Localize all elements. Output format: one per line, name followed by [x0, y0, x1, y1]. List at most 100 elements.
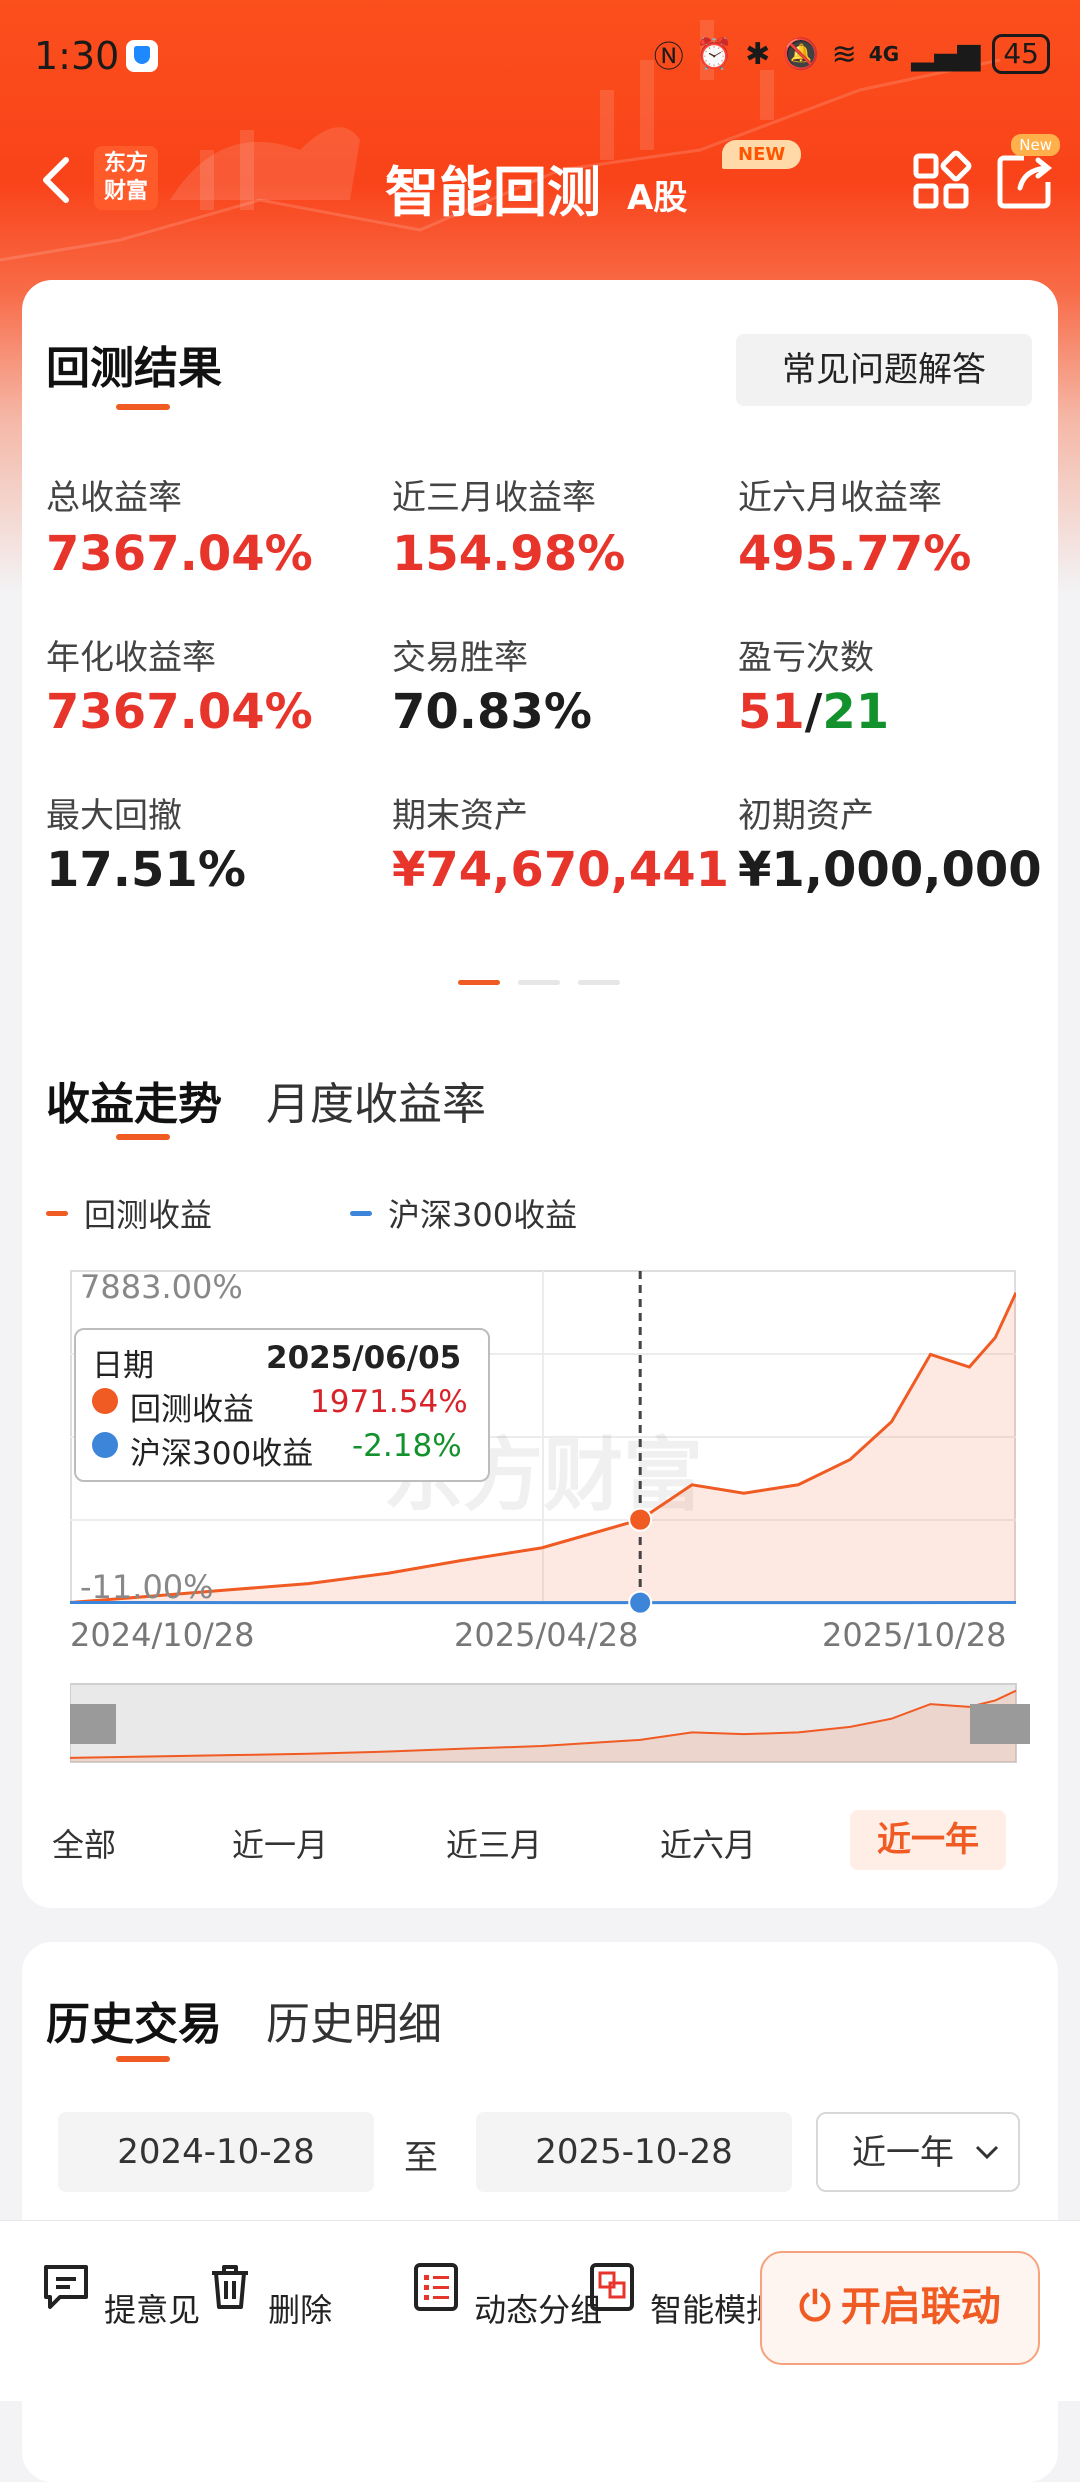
range-1y[interactable]: 近一年 [850, 1810, 1006, 1870]
metric-label-initial-assets: 初期资产 [738, 788, 874, 837]
dynamic-group-button[interactable]: 动态分组 [408, 2259, 602, 2331]
end-date-field[interactable]: 2025-10-28 [476, 2112, 792, 2192]
simulation-icon [584, 2259, 640, 2315]
smart-sim-label: 智能模拟 [650, 2291, 778, 2329]
legend-backtest: 回测收益 [46, 1190, 212, 1236]
start-link-label: 开启联动 [841, 2284, 1001, 2330]
metric-label-win-loss: 盈亏次数 [738, 630, 874, 679]
range-3m[interactable]: 近三月 [446, 1820, 542, 1866]
metric-value-3m-return: 154.98% [392, 526, 625, 582]
slider-handle-right[interactable] [970, 1704, 1030, 1744]
wifi-icon: ≋ [832, 37, 857, 72]
status-icons: Ⓝ ⏰ ✱ 🔕 ≋ 4G ▂▄▆ 45 [654, 32, 1050, 76]
metric-label-total-return: 总收益率 [46, 470, 182, 519]
period-select-value: 近一年 [852, 2133, 954, 2173]
market-label: A股 [627, 170, 687, 219]
history-tab-underline [116, 2056, 170, 2062]
tooltip-date-label: 日期 [92, 1340, 154, 1385]
metric-label-final-assets: 期末资产 [392, 788, 528, 837]
status-bar: 1:30 Ⓝ ⏰ ✱ 🔕 ≋ 4G ▂▄▆ 45 [0, 0, 1080, 110]
tooltip-index-label: 沪深300收益 [130, 1428, 313, 1473]
tab-history-detail[interactable]: 历史明细 [266, 1988, 442, 2052]
logo-line1: 东方 [94, 150, 158, 178]
logo-line2: 财富 [94, 178, 158, 206]
bluetooth-icon: ✱ [745, 37, 770, 72]
y-min-label: -11.00% [80, 1568, 214, 1606]
power-icon: ⏻ [799, 2284, 831, 2330]
range-1m[interactable]: 近一月 [232, 1820, 328, 1866]
legend-swatch-index [350, 1211, 372, 1216]
metric-label-annual-return: 年化收益率 [46, 630, 216, 679]
delete-button[interactable]: 删除 [202, 2259, 332, 2331]
feedback-button[interactable]: 提意见 [38, 2259, 200, 2331]
faq-button[interactable]: 常见问题解答 [736, 334, 1032, 406]
network-label: 4G [869, 42, 899, 66]
x-label-mid: 2025/04/28 [454, 1616, 638, 1654]
tab-monthly-return[interactable]: 月度收益率 [266, 1068, 486, 1132]
tab-underline [116, 1134, 170, 1140]
legend-label-index: 沪深300收益 [388, 1190, 577, 1236]
metric-value-annual-return: 7367.04% [46, 684, 313, 740]
chevron-down-icon [974, 2142, 1000, 2162]
pager-dot-active [458, 980, 500, 985]
eastmoney-logo: 东方 财富 [94, 146, 158, 210]
new-badge: NEW [722, 140, 801, 169]
alarm-icon: ⏰ [696, 37, 733, 72]
legend-index: 沪深300收益 [350, 1190, 577, 1236]
metric-value-initial-assets: ¥1,000,000 [738, 842, 1042, 898]
metric-label-3m-return: 近三月收益率 [392, 470, 596, 519]
tooltip-backtest-label: 回测收益 [130, 1384, 254, 1429]
tab-history-trades[interactable]: 历史交易 [46, 1988, 222, 2052]
dynamic-group-label: 动态分组 [474, 2291, 602, 2329]
back-arrow-icon[interactable] [30, 150, 90, 210]
bottom-toolbar: 提意见 删除 动态分组 智能模拟 ⏻开启联动 [0, 2220, 1080, 2401]
metric-value-6m-return: 495.77% [738, 526, 971, 582]
start-link-button[interactable]: ⏻开启联动 [760, 2251, 1040, 2365]
legend-label-backtest: 回测收益 [84, 1190, 212, 1236]
tooltip-dot-backtest [92, 1388, 118, 1414]
tooltip-dot-index [92, 1432, 118, 1458]
tab-return-trend[interactable]: 收益走势 [46, 1068, 222, 1132]
delete-label: 删除 [268, 2291, 332, 2329]
chart-tooltip: 日期 2025/06/05 回测收益 1971.54% 沪深300收益 -2.1… [74, 1328, 490, 1482]
trash-icon [202, 2259, 258, 2315]
list-icon [408, 2259, 464, 2315]
share-button[interactable]: New [994, 150, 1056, 212]
pager-dot [578, 980, 620, 985]
shield-icon [126, 40, 158, 72]
range-all[interactable]: 全部 [52, 1820, 116, 1866]
x-label-end: 2025/10/28 [822, 1616, 1006, 1654]
crosshair-dot-backtest [629, 1509, 651, 1531]
period-select[interactable]: 近一年 [816, 2112, 1020, 2192]
metric-value-win-loss: 51/21 [738, 684, 889, 740]
tooltip-index-value: -2.18% [352, 1428, 462, 1464]
legend-swatch-backtest [46, 1211, 68, 1216]
metric-label-max-drawdown: 最大回撤 [46, 788, 182, 837]
feedback-label: 提意见 [104, 2291, 200, 2329]
grid-apps-icon[interactable] [910, 150, 972, 212]
metric-value-max-drawdown: 17.51% [46, 842, 246, 898]
battery-icon: 45 [992, 34, 1050, 74]
y-max-label: 7883.00% [80, 1268, 243, 1306]
range-6m[interactable]: 近六月 [660, 1820, 756, 1866]
metric-value-total-return: 7367.04% [46, 526, 313, 582]
nfc-icon: Ⓝ [654, 32, 684, 76]
share-icon [994, 150, 1056, 212]
tooltip-backtest-value: 1971.54% [310, 1384, 468, 1420]
metric-value-final-assets: ¥74,670,441 [392, 842, 729, 898]
loss-count: 21 [822, 684, 889, 740]
metric-value-win-rate: 70.83% [392, 684, 592, 740]
slider-handle-left[interactable] [70, 1704, 116, 1744]
mute-icon: 🔕 [782, 37, 819, 72]
range-slider[interactable] [70, 1680, 1030, 1770]
date-range-separator: 至 [404, 2130, 438, 2179]
feedback-icon [38, 2259, 94, 2315]
tooltip-date-value: 2025/06/05 [266, 1340, 461, 1376]
nav-bar: 东方 财富 智能回测 A股 NEW New [0, 130, 1080, 240]
pager-dots [458, 980, 620, 985]
share-new-badge: New [1011, 134, 1060, 156]
x-label-start: 2024/10/28 [70, 1616, 254, 1654]
start-date-field[interactable]: 2024-10-28 [58, 2112, 374, 2192]
metric-label-win-rate: 交易胜率 [392, 630, 528, 679]
smart-sim-button[interactable]: 智能模拟 [584, 2259, 778, 2331]
